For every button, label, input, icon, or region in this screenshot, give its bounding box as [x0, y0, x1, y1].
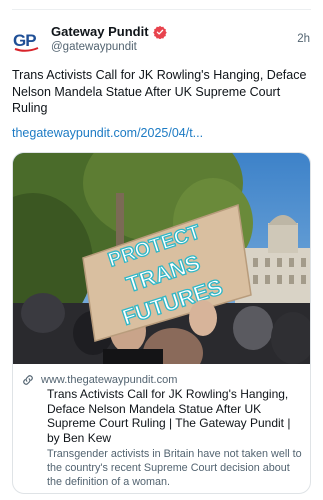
- gateway-pundit-logo-icon: GP: [13, 31, 39, 52]
- preview-image[interactable]: PROTECT TRANS FUTURES: [13, 153, 310, 364]
- link-preview-title[interactable]: Trans Activists Call for JK Rowling's Ha…: [47, 387, 303, 445]
- avatar[interactable]: GP: [12, 26, 40, 54]
- link-preview-card[interactable]: PROTECT TRANS FUTURES www.thegatewaypund…: [12, 152, 311, 494]
- author-name[interactable]: Gateway Pundit: [51, 24, 149, 39]
- avatar-initials: GP: [13, 31, 36, 50]
- link-icon: [23, 375, 33, 385]
- post-link[interactable]: thegatewaypundit.com/2025/04/t...: [12, 126, 203, 140]
- author-handle[interactable]: @gatewaypundit: [51, 41, 137, 53]
- social-post[interactable]: GP Gateway Pundit @gatewaypundit 2h Tran…: [0, 0, 323, 500]
- link-preview-meta[interactable]: www.thegatewaypundit.com Trans Activists…: [13, 364, 310, 493]
- post-timestamp[interactable]: 2h: [297, 33, 310, 45]
- post-text: Trans Activists Call for JK Rowling's Ha…: [12, 68, 307, 115]
- link-domain: www.thegatewaypundit.com: [41, 374, 178, 386]
- author-name-row[interactable]: Gateway Pundit: [51, 24, 167, 39]
- link-domain-row: www.thegatewaypundit.com: [21, 373, 177, 387]
- link-preview-description: Transgender activists in Britain have no…: [47, 448, 302, 488]
- verified-badge-icon: [152, 25, 167, 39]
